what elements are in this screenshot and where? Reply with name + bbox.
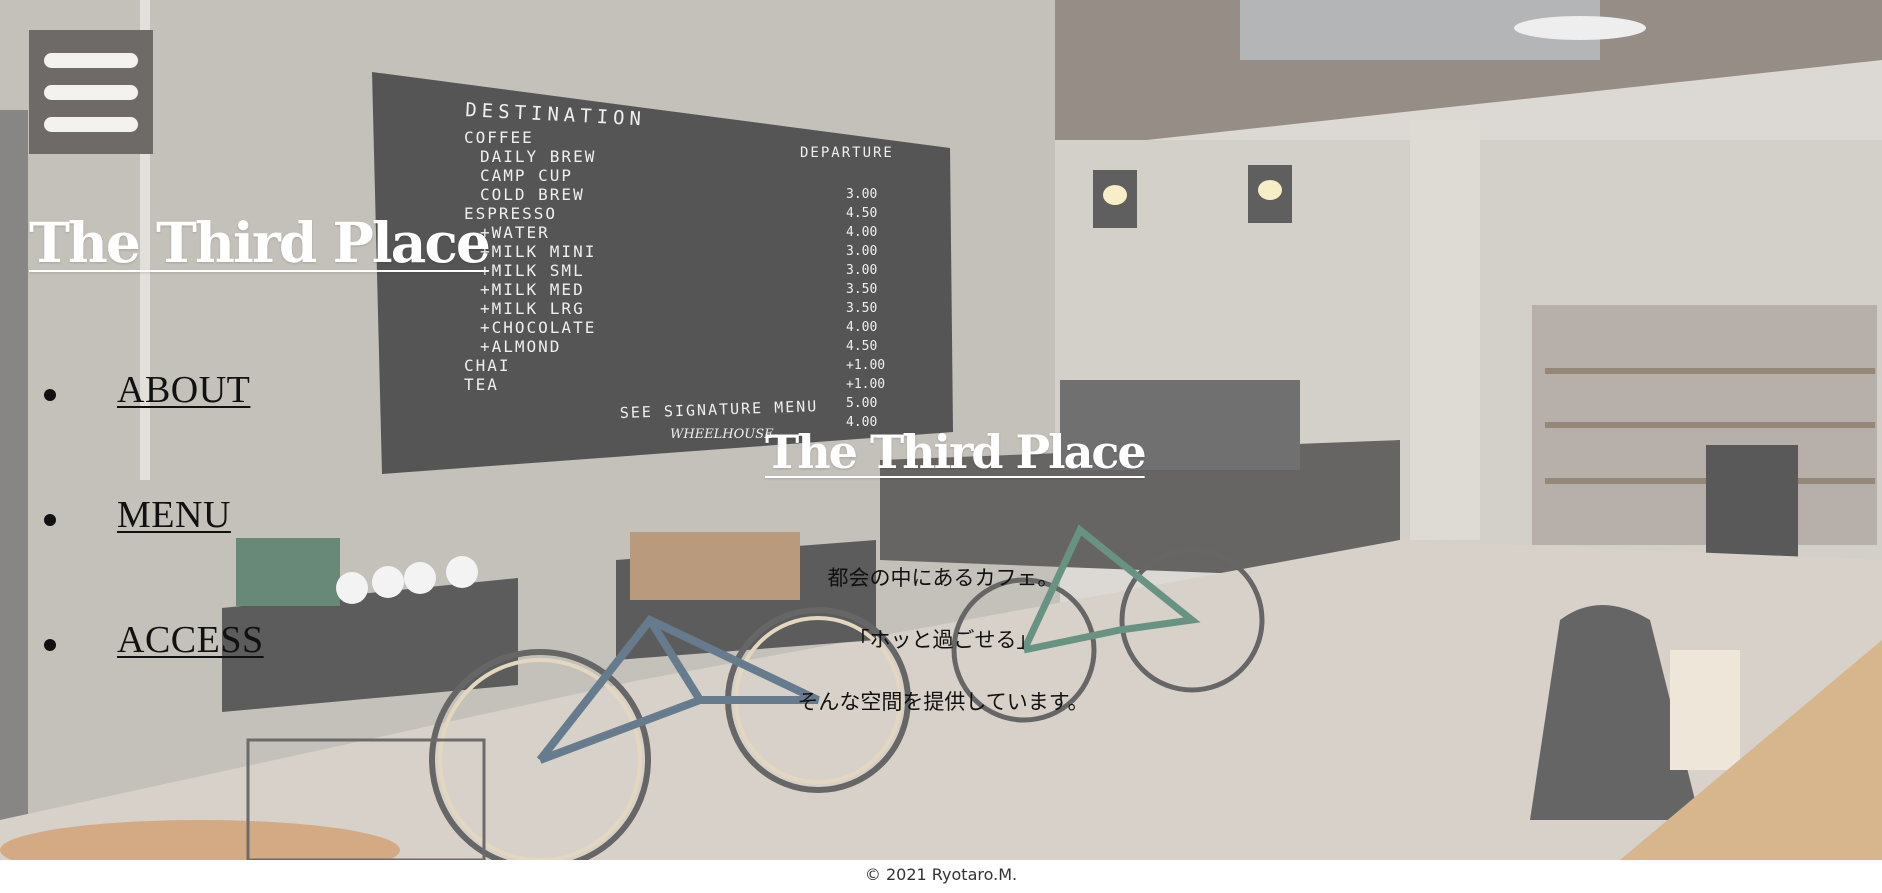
hero-title: The Third Place [765,425,1147,479]
site-brand[interactable]: The Third Place [29,210,491,275]
menu-bar [44,116,138,132]
bullet-icon [44,389,56,401]
nav-link-about[interactable]: ABOUT [117,368,250,412]
hero-line-2: 「ホッと過ごせる」 [848,628,1038,652]
copyright-text: © 2021 Ryotaro.M. [864,865,1018,884]
hero-section: DESTINATION DEPARTURE COFFEE DAILY BREW 3.… [0,0,1882,860]
nav-link-access[interactable]: ACCESS [117,618,264,662]
bullet-icon [44,639,56,651]
hero-line-3: そんな空間を提供しています。 [797,690,1089,714]
menu-bar [44,52,138,68]
hero-line-1: 都会の中にあるカフェ。 [827,566,1059,590]
footer: © 2021 Ryotaro.M. [0,860,1882,893]
bullet-icon [44,514,56,526]
menu-bar [44,84,138,100]
nav-link-menu[interactable]: MENU [117,493,231,537]
hamburger-icon[interactable] [29,30,153,154]
